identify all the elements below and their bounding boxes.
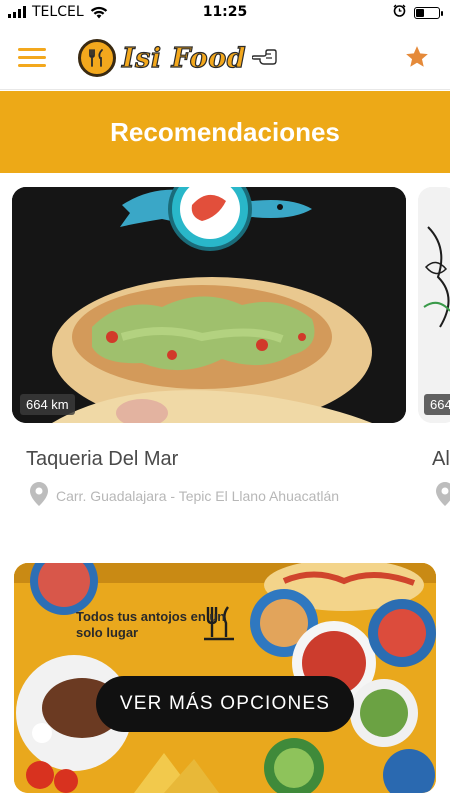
restaurant-card-peek[interactable]: 664 xyxy=(418,187,450,423)
distance-badge-peek: 664 xyxy=(424,394,450,415)
restaurant-card[interactable]: 664 km xyxy=(12,187,406,423)
battery-level xyxy=(416,8,424,17)
restaurant-address-text: Carr. Guadalajara - Tepic El Llano Ahuac… xyxy=(56,488,340,504)
restaurant-name-peek[interactable]: Al xyxy=(432,448,450,471)
section-banner: Recomendaciones xyxy=(0,91,450,173)
hamburger-menu-icon[interactable] xyxy=(18,42,48,72)
status-bar: TELCEL 11:25 xyxy=(0,0,450,26)
distance-badge: 664 km xyxy=(20,394,75,415)
app-bar: Isi Food xyxy=(0,26,450,90)
restaurant-photo xyxy=(12,187,406,423)
fork-knife-icon xyxy=(78,39,116,77)
restaurant-address: Carr. Guadalajara - Tepic El Llano Ahuac… xyxy=(30,482,339,510)
battery-icon xyxy=(414,6,443,19)
location-pin-icon xyxy=(30,482,48,510)
status-right xyxy=(393,4,443,21)
restaurant-name[interactable]: Taqueria Del Mar xyxy=(26,448,178,471)
pointing-hand-icon xyxy=(251,45,278,71)
promo-caption: Todos tus antojos en un solo lugar xyxy=(76,609,226,640)
restaurant-photo-peek xyxy=(418,187,450,423)
star-icon[interactable] xyxy=(404,44,430,70)
more-options-button[interactable]: VER MÁS OPCIONES xyxy=(96,676,354,732)
location-pin-icon xyxy=(436,482,450,510)
section-title: Recomendaciones xyxy=(110,116,340,147)
app-logo: Isi Food xyxy=(78,36,278,80)
logo-text: Isi Food xyxy=(121,42,247,74)
alarm-icon xyxy=(393,4,406,21)
status-time: 11:25 xyxy=(202,4,248,20)
